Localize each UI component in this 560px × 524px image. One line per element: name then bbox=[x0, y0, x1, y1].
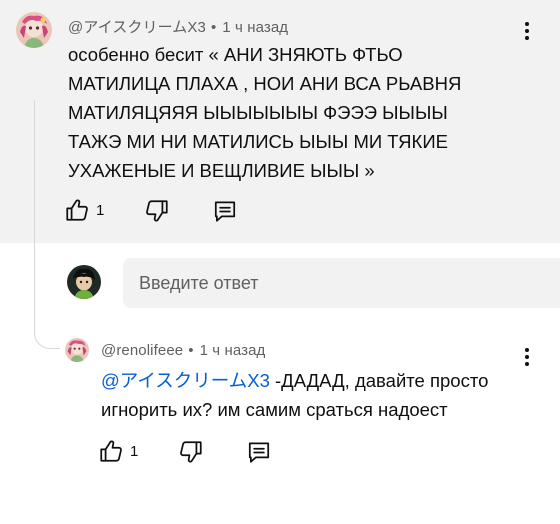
thumb-up-icon bbox=[100, 440, 122, 462]
comment-reply-icon bbox=[214, 201, 236, 222]
like-count: 1 bbox=[96, 201, 105, 219]
reply-meta: @renolifeee • 1 ч назад bbox=[101, 342, 265, 359]
thumb-down-icon bbox=[180, 441, 202, 463]
reply-reply-button[interactable] bbox=[246, 439, 272, 465]
reply-dislike-button[interactable] bbox=[178, 439, 204, 465]
comment-thread: @アイスクリームX3 • 1 ч назад особенно бесит « АН… bbox=[0, 0, 560, 524]
comment-text: особенно бесит « АНИ ЗНЯЮТЬ ФТЬО МАТИЛИЦ… bbox=[68, 44, 462, 181]
current-user-avatar bbox=[67, 265, 101, 299]
separator-dot: • bbox=[210, 19, 217, 36]
reply-timestamp[interactable]: 1 ч назад bbox=[200, 342, 266, 359]
like-button[interactable]: 1 bbox=[64, 197, 104, 223]
thumb-up-icon bbox=[66, 199, 88, 221]
comment-meta: @アイスクリームX3 • 1 ч назад bbox=[68, 16, 288, 37]
reply-text: @アイスクリームX3 -ДАДАД, давайте просто игнори… bbox=[101, 366, 526, 424]
comment-reply-icon bbox=[248, 442, 270, 463]
reply-input[interactable] bbox=[123, 258, 560, 308]
reply-author-avatar[interactable] bbox=[65, 338, 89, 362]
separator-dot: • bbox=[188, 342, 194, 359]
thumb-down-icon bbox=[146, 200, 168, 222]
reply-button[interactable] bbox=[212, 198, 238, 224]
more-vert-icon bbox=[525, 348, 529, 366]
reply-like-count: 1 bbox=[130, 442, 139, 460]
reply-like-button[interactable]: 1 bbox=[98, 438, 138, 464]
mention-link[interactable]: @アイスクリームX3 bbox=[101, 370, 270, 391]
comment-author-avatar[interactable] bbox=[16, 12, 52, 48]
comment-timestamp[interactable]: 1 ч назад bbox=[222, 19, 288, 36]
thread-connector-line bbox=[34, 100, 60, 349]
more-vert-icon bbox=[525, 22, 529, 40]
highlighted-comment: @アイスクリームX3 • 1 ч назад особенно бесит « АН… bbox=[0, 0, 560, 243]
comment-author-name[interactable]: @アイスクリームX3 bbox=[68, 19, 206, 36]
dislike-button[interactable] bbox=[144, 198, 170, 224]
reply-author-name[interactable]: @renolifeee bbox=[101, 342, 183, 359]
